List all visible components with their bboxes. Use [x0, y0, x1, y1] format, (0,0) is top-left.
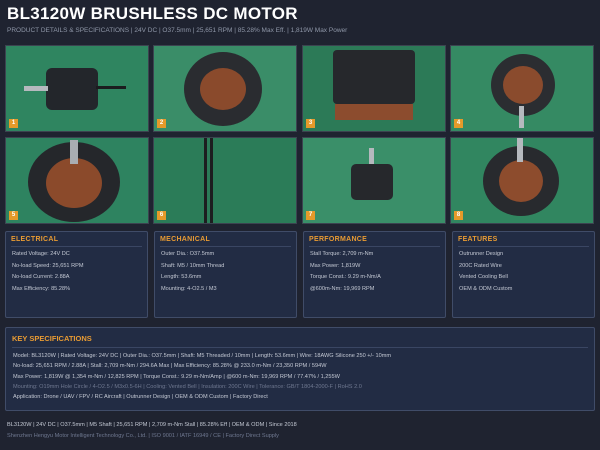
card-line: Outrunner Design: [459, 251, 504, 257]
motor-shaft-image: [70, 140, 78, 164]
card-line: Vented Cooling Bell: [459, 274, 508, 280]
motor-side-image: [351, 164, 393, 200]
key-specifications-panel: KEY SPECIFICATIONS Model: BL3120W | Rate…: [5, 327, 595, 411]
card-title: MECHANICAL: [160, 236, 211, 243]
product-photo-4[interactable]: 4: [450, 45, 594, 132]
divider: [160, 246, 291, 247]
card-line: Rated Voltage: 24V DC: [12, 251, 70, 257]
motor-shaft-image: [24, 86, 48, 91]
motor-shaft-image: [369, 148, 374, 164]
motor-shaft-image: [519, 106, 524, 128]
motor-wire-image: [96, 86, 126, 89]
motor-wire-image: [204, 138, 207, 223]
product-photo-5[interactable]: 5: [5, 137, 149, 224]
card-line: No-load Current: 2.88A: [12, 274, 70, 280]
motor-winding-image: [503, 66, 543, 104]
product-photo-2[interactable]: 2: [153, 45, 297, 132]
photo-number-badge: 5: [9, 211, 18, 220]
motor-bell-image: [333, 50, 415, 104]
card-title: ELECTRICAL: [11, 236, 59, 243]
card-line: Mounting: 4-O2.5 / M3: [161, 285, 217, 292]
photo-number-badge: 1: [9, 119, 18, 128]
card-title: PERFORMANCE: [309, 236, 368, 243]
card-line: Stall Torque: 2,709 m-Nm: [310, 251, 374, 257]
product-photo-1[interactable]: 1: [5, 45, 149, 132]
product-photo-3[interactable]: 3: [302, 45, 446, 132]
photo-number-badge: 2: [157, 119, 166, 128]
card-line: Shaft: M5 / 10mm Thread: [161, 262, 225, 269]
header: BL3120W BRUSHLESS DC MOTOR PRODUCT DETAI…: [7, 4, 593, 35]
spec-line: Model: BL3120W | Rated Voltage: 24V DC |…: [13, 353, 392, 359]
footer-company: Shenzhen Hengyu Motor Intelligent Techno…: [7, 433, 279, 439]
divider: [11, 246, 142, 247]
photo-number-badge: 3: [306, 119, 315, 128]
spec-line: Max Power: 1,819W @ 1,354 m-Nm / 12,825 …: [13, 373, 340, 380]
product-photo-7[interactable]: 7: [302, 137, 446, 224]
footer-summary: BL3120W | 24V DC | O37.5mm | M5 Shaft | …: [7, 422, 297, 428]
page-subtitle: PRODUCT DETAILS & SPECIFICATIONS | 24V D…: [7, 27, 348, 34]
divider: [458, 246, 589, 247]
page-title: BL3120W BRUSHLESS DC MOTOR: [7, 4, 298, 23]
photo-number-badge: 8: [454, 211, 463, 220]
features-card: FEATURES Outrunner Design 200C Rated Wir…: [452, 231, 595, 318]
product-photo-6[interactable]: 6: [153, 137, 297, 224]
motor-winding-image: [46, 158, 102, 208]
mechanical-card: MECHANICAL Outer Dia.: O37.5mm Shaft: M5…: [154, 231, 297, 318]
card-line: Max Power: 1,819W: [310, 262, 361, 269]
photo-number-badge: 4: [454, 119, 463, 128]
motor-wire-image: [210, 138, 213, 223]
card-line: No-load Speed: 25,651 RPM: [12, 262, 84, 269]
card-line: @600m-Nm: 19,969 RPM: [310, 285, 375, 292]
electrical-card: ELECTRICAL Rated Voltage: 24V DC No-load…: [5, 231, 148, 318]
card-title: FEATURES: [458, 236, 498, 243]
card-line: Torque Const.: 9.29 m-Nm/A: [310, 274, 381, 280]
footer: BL3120W | 24V DC | O37.5mm | M5 Shaft | …: [7, 420, 593, 442]
motor-shaft-image: [517, 138, 523, 162]
spec-cards: ELECTRICAL Rated Voltage: 24V DC No-load…: [5, 231, 595, 318]
card-line: OEM & ODM Custom: [459, 285, 513, 292]
performance-card: PERFORMANCE Stall Torque: 2,709 m-Nm Max…: [303, 231, 446, 318]
spec-line: No-load: 25,651 RPM / 2.88A | Stall: 2,7…: [13, 363, 327, 370]
photo-number-badge: 7: [306, 211, 315, 220]
spec-line: Application: Drone / UAV / FPV / RC Airc…: [13, 394, 268, 401]
motor-winding-image: [200, 68, 246, 110]
photo-number-badge: 6: [157, 211, 166, 220]
motor-winding-image: [335, 104, 413, 120]
card-line: Outer Dia.: O37.5mm: [161, 251, 215, 257]
card-line: Length: 53.6mm: [161, 274, 202, 280]
specs-title: KEY SPECIFICATIONS: [12, 334, 92, 343]
card-line: Max Efficiency: 85.28%: [12, 285, 71, 292]
divider: [309, 246, 440, 247]
divider: [12, 347, 588, 348]
motor-winding-image: [499, 160, 543, 202]
card-line: 200C Rated Wire: [459, 262, 502, 269]
product-photo-8[interactable]: 8: [450, 137, 594, 224]
motor-side-image: [46, 68, 98, 110]
photo-gallery: 1 2 3 4 5 6 7 8: [5, 45, 595, 227]
spec-line: Mounting: O19mm Hole Circle / 4-O2.5 / M…: [13, 383, 362, 390]
